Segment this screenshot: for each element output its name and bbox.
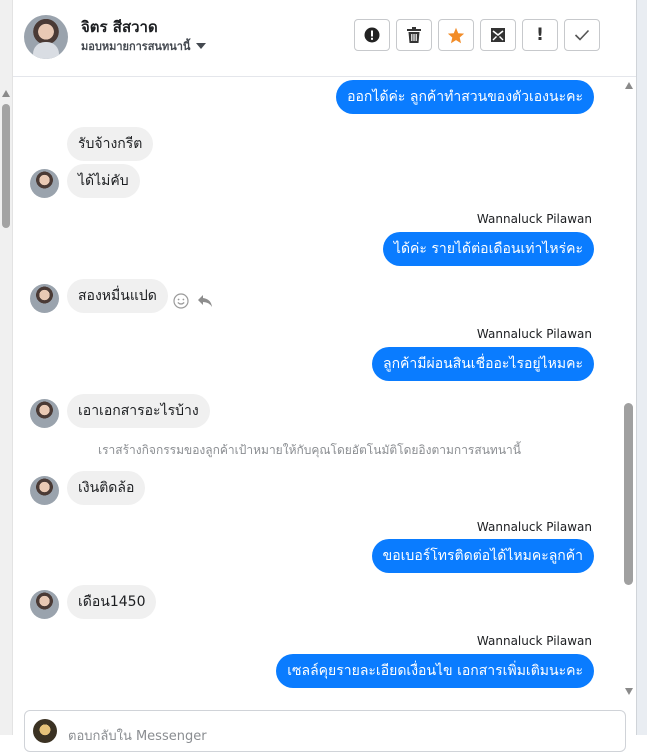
message-actions [173,293,213,309]
message-thread[interactable]: ออกได้ค่ะ ลูกค้าทำสวนของตัวเองนะคะ รับจ้… [13,77,623,697]
incoming-message[interactable]: รับจ้างกรีต [67,127,154,161]
contact-avatar-small[interactable] [30,399,59,428]
thread-scrollbar[interactable] [623,77,635,697]
alert-circle-icon [364,27,380,43]
sender-name: Wannaluck Pilawan [476,327,592,341]
mark-spam-button[interactable] [354,19,390,51]
sender-name: Wannaluck Pilawan [476,634,592,648]
outgoing-message[interactable]: ออกได้ค่ะ ลูกค้าทำสวนของตัวเองนะคะ [336,80,594,114]
contact-avatar-small[interactable] [30,590,59,619]
contact-avatar-small[interactable] [30,284,59,313]
page-scroll-thumb[interactable] [2,104,10,228]
sender-name: Wannaluck Pilawan [476,212,592,226]
incoming-message[interactable]: ได้ไม่คับ [67,164,140,198]
mark-unread-button[interactable] [480,19,516,51]
scroll-up-arrow[interactable] [625,82,633,89]
caret-down-icon [196,43,207,49]
contact-avatar[interactable] [24,15,68,59]
contact-avatar-small[interactable] [30,169,59,198]
star-icon [447,27,465,43]
checkmark-icon [574,29,590,41]
page-scrollbar[interactable] [0,0,13,735]
outgoing-message[interactable]: เซลล์คุยรายละเอียดเงื่อนไข เอกสารเพิ่มเต… [276,654,594,688]
assign-conversation-dropdown[interactable]: มอบหมายการสนทนานี้ [81,37,207,55]
assign-label: มอบหมายการสนทนานี้ [81,40,191,53]
outgoing-message[interactable]: ขอเบอร์โทรติดต่อได้ไหมคะลูกค้า [371,539,594,573]
outgoing-message[interactable]: ได้ค่ะ รายได้ต่อเดือนเท่าไหร่คะ [382,232,594,266]
emoji-react-icon[interactable] [173,293,189,309]
delete-button[interactable] [396,19,432,51]
page-scroll-up-arrow[interactable] [2,90,10,97]
exclamation-icon: ! [536,25,544,45]
right-edge-strip [636,0,647,735]
scroll-down-arrow[interactable] [625,688,633,695]
conversation-header: จิตร สีสวาด มอบหมายการสนทนานี้ ! [13,0,636,77]
contact-avatar-small[interactable] [30,476,59,505]
system-notice: เราสร้างกิจกรรมของลูกค้าเป้าหมายให้กับคุ… [98,443,521,457]
trash-icon [407,27,421,43]
incoming-message[interactable]: สองหมื่นแปด [67,279,168,313]
sender-name: Wannaluck Pilawan [476,520,592,534]
incoming-message[interactable]: เงินติดล้อ [67,471,146,505]
page-avatar [33,719,57,743]
incoming-message[interactable]: เอาเอกสารอะไรบ้าง [67,394,210,428]
reply-composer[interactable]: ตอบกลับใน Messenger [24,710,626,752]
reply-input-placeholder[interactable]: ตอบกลับใน Messenger [68,725,207,746]
mark-done-button[interactable] [564,19,600,51]
contact-name[interactable]: จิตร สีสวาด [81,15,158,39]
outgoing-message[interactable]: ลูกค้ามีผ่อนสินเชื่ออะไรอยู่ไหมคะ [372,347,594,381]
reply-icon[interactable] [197,294,213,308]
envelope-icon [491,28,505,42]
conversation-toolbar: ! [354,19,600,51]
star-button[interactable] [438,19,474,51]
thread-scroll-thumb[interactable] [624,403,633,585]
follow-up-button[interactable]: ! [522,19,558,51]
incoming-message[interactable]: เดือน1450 [67,585,157,619]
